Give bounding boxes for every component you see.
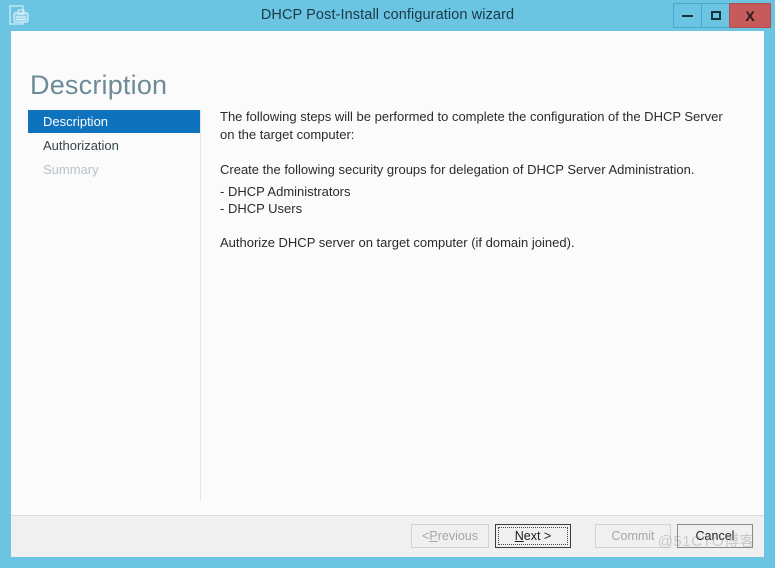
window-title: DHCP Post-Install configuration wizard: [260, 7, 515, 23]
sidebar-item-label: Authorization: [43, 138, 119, 153]
sidebar-item-authorization[interactable]: Authorization: [28, 134, 200, 157]
next-button-accel: N: [514, 529, 524, 543]
title-bar: DHCP Post-Install configuration wizard X: [0, 0, 775, 31]
cancel-button-label: Cancel: [695, 529, 735, 543]
previous-button-label: revious: [437, 529, 478, 543]
sidebar-item-label: Summary: [43, 162, 99, 177]
minimize-icon: [682, 14, 693, 17]
page-title: Description: [30, 70, 168, 101]
authorize-note: Authorize DHCP server on target computer…: [220, 235, 575, 250]
close-icon: X: [745, 7, 755, 24]
previous-button-prefix: <: [422, 529, 430, 543]
footer-button-group: < Previous Next > Commit Cancel: [411, 524, 753, 548]
security-groups-heading: Create the following security groups for…: [220, 162, 695, 177]
previous-button-accel: P: [429, 529, 438, 543]
security-groups-list: - DHCP Administrators - DHCP Users: [220, 183, 738, 217]
window-controls: X: [673, 3, 771, 28]
sidebar-item-description[interactable]: Description: [28, 110, 200, 133]
minimize-button[interactable]: [673, 3, 702, 28]
intro-text: The following steps will be performed to…: [220, 109, 723, 142]
next-button-label: ext >: [523, 529, 552, 543]
commit-button: Commit: [595, 524, 671, 548]
panel-divider: [200, 110, 201, 501]
next-button[interactable]: Next >: [495, 524, 571, 548]
sidebar-item-label: Description: [43, 114, 109, 129]
list-item: - DHCP Administrators: [220, 184, 351, 199]
client-area: Description Description Authorization Su…: [11, 31, 764, 557]
content-panel: The following steps will be performed to…: [220, 108, 738, 269]
cancel-button[interactable]: Cancel: [677, 524, 753, 548]
maximize-icon: [710, 11, 721, 20]
wizard-steps-nav: Description Authorization Summary: [28, 110, 200, 182]
close-button[interactable]: X: [729, 3, 771, 28]
sidebar-item-summary: Summary: [28, 158, 200, 181]
footer-bar: < Previous Next > Commit Cancel @51CTO博客: [11, 515, 764, 557]
commit-button-label: Commit: [611, 529, 655, 543]
previous-button: < Previous: [411, 524, 489, 548]
maximize-button[interactable]: [701, 3, 730, 28]
wizard-window: DHCP Post-Install configuration wizard X…: [0, 0, 775, 568]
list-item: - DHCP Users: [220, 201, 303, 216]
